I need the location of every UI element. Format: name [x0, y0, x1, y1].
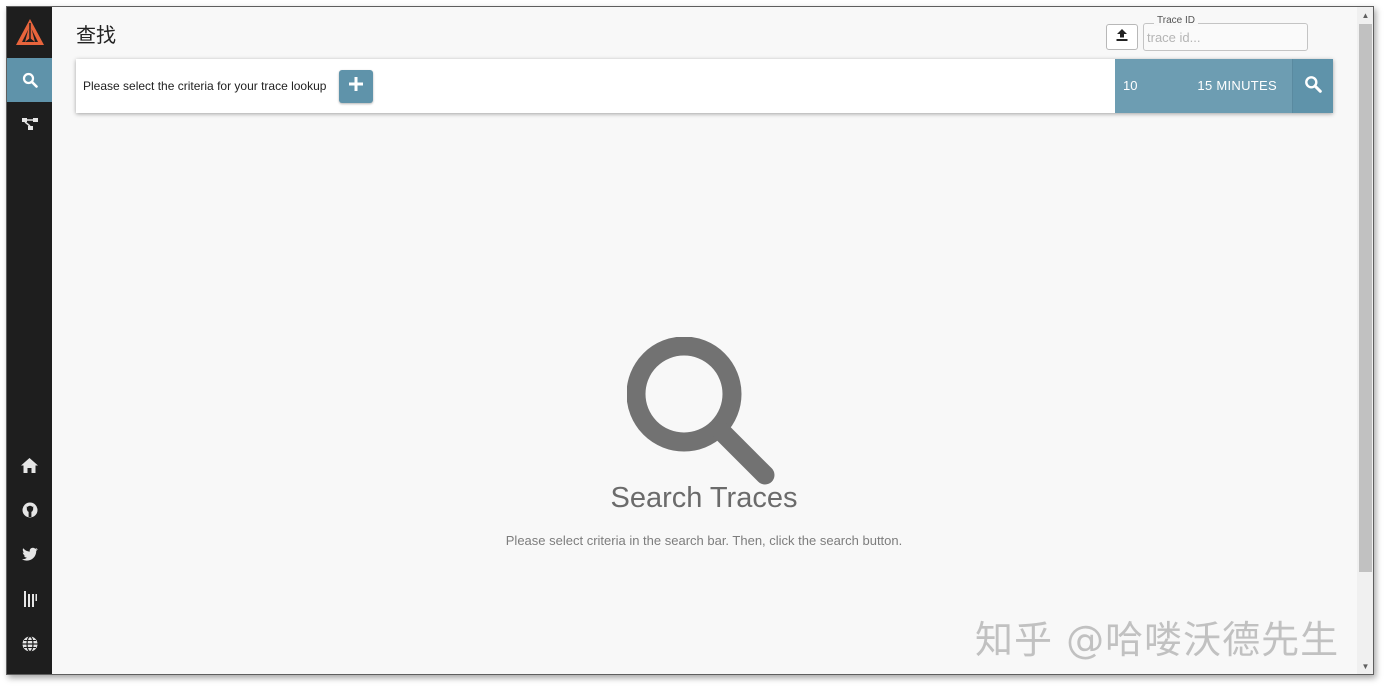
trace-id-label: Trace ID	[1154, 15, 1198, 26]
gitter-icon	[23, 591, 37, 607]
upload-icon	[1116, 28, 1128, 46]
scroll-down-arrow[interactable]: ▼	[1357, 658, 1373, 674]
search-button[interactable]	[1292, 59, 1333, 113]
sidebar-item-dependencies[interactable]	[7, 102, 52, 146]
app-window: 查找 Trace ID Please select the criteria f…	[6, 6, 1374, 675]
scroll-thumb[interactable]	[1359, 24, 1372, 572]
lookback-value[interactable]: 15 MINUTES	[1197, 78, 1277, 93]
search-icon	[626, 336, 777, 492]
sidebar-item-language[interactable]	[7, 622, 52, 666]
sidebar-item-gitter[interactable]	[7, 577, 52, 621]
add-criteria-button[interactable]	[339, 70, 373, 103]
trace-id-input[interactable]	[1145, 27, 1305, 47]
criteria-prompt[interactable]: Please select the criteria for your trac…	[83, 79, 326, 93]
zipkin-logo[interactable]	[7, 13, 52, 53]
search-icon	[1304, 75, 1322, 98]
empty-state-subtitle: Please select criteria in the search bar…	[505, 533, 903, 548]
trace-id-field: Trace ID	[1143, 15, 1308, 51]
dependencies-icon	[21, 116, 39, 132]
sidebar-item-home[interactable]	[7, 443, 52, 487]
vertical-scrollbar[interactable]: ▲ ▼	[1357, 7, 1373, 674]
sidebar	[7, 7, 52, 674]
twitter-icon	[21, 547, 38, 561]
page-title: 查找	[76, 23, 116, 47]
empty-state-title: Search Traces	[610, 482, 798, 514]
search-icon	[22, 72, 38, 88]
upload-button[interactable]	[1106, 24, 1138, 50]
home-icon	[21, 457, 38, 473]
limit-value[interactable]: 10	[1123, 78, 1137, 93]
watermark: 知乎 @哈喽沃德先生	[975, 618, 1340, 662]
plus-icon	[349, 77, 363, 96]
globe-icon	[22, 636, 38, 652]
limit-lookback-selector[interactable]: 10 15 MINUTES	[1115, 59, 1292, 113]
sidebar-item-search[interactable]	[7, 58, 52, 102]
search-bar: Please select the criteria for your trac…	[76, 59, 1333, 113]
scroll-up-arrow[interactable]: ▲	[1357, 7, 1373, 23]
